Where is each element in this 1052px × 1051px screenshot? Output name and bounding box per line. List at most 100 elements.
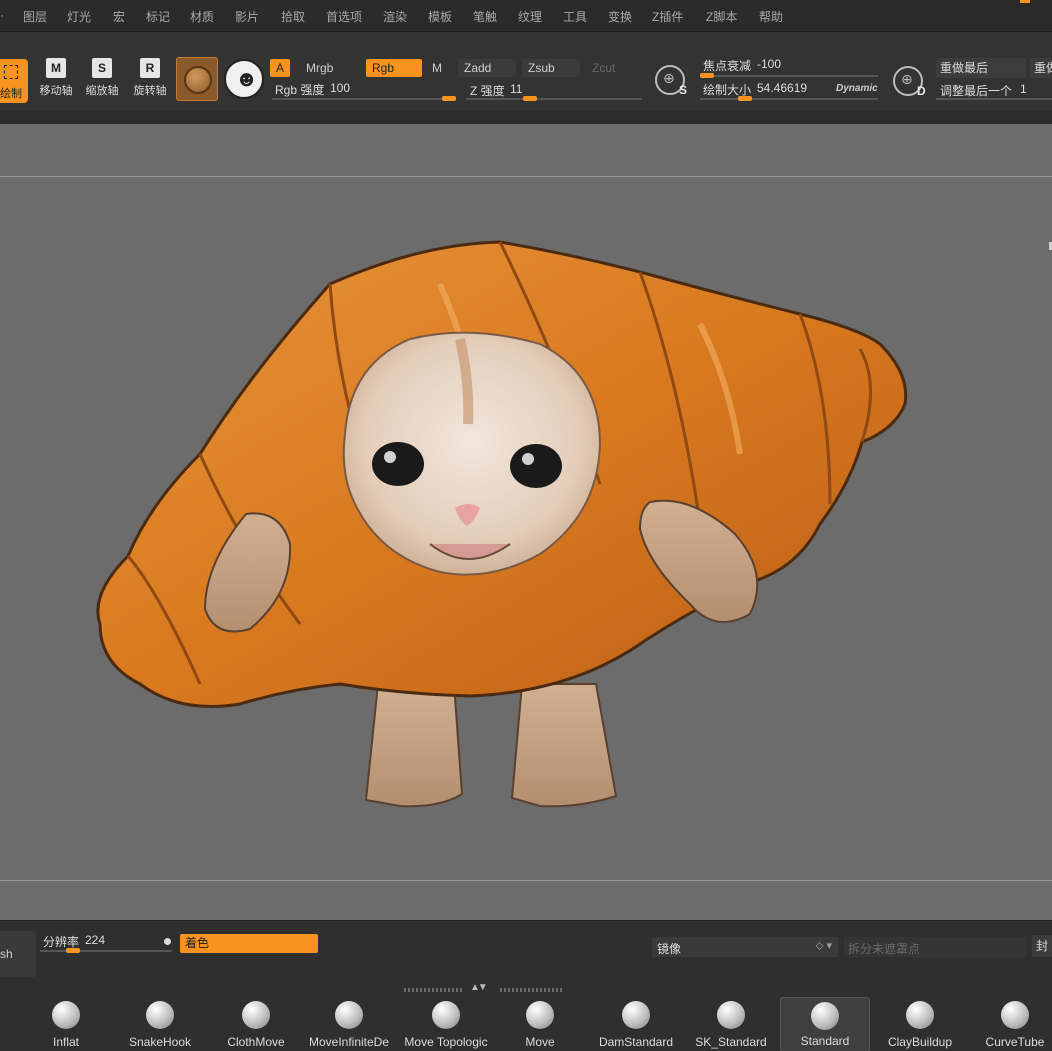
brush-curvetube[interactable]: CurveTube [978,997,1052,1051]
z-intensity-thumb[interactable] [523,96,538,101]
lazy-mouse-button[interactable]: ⊕ S [655,65,688,97]
menu-transform[interactable]: 变换 [608,8,632,25]
mirror-dropdown[interactable]: 镜像 ⬦ ▾ [652,937,838,957]
focal-shift-thumb[interactable] [700,73,714,78]
brush-name: ClothMove [227,1035,285,1049]
menu-stroke[interactable]: 笔触 [473,8,497,25]
brush-snakehook[interactable]: SnakeHook [122,997,198,1051]
scale-button[interactable]: S 缩放轴 [82,58,122,102]
brush-name: ClayBuildup [887,1035,953,1049]
focal-shift-label: 焦点衰减 [703,59,752,73]
brush-claybuildup[interactable]: ClayBuildup [878,997,962,1051]
adjust-last-value: 1 [1020,82,1027,96]
zadd-toggle[interactable]: Zadd [458,59,516,77]
brush-moveinfinitedepth[interactable]: MoveInfiniteDe [302,997,396,1051]
z-intensity-value: 11 [510,82,523,96]
dynamic-toggle[interactable]: Dynamic [836,83,878,94]
swirl-icon: ☻ [235,66,259,91]
brush-move-topologic[interactable]: Move Topologic [398,997,494,1051]
seal-button[interactable]: 封 [1032,935,1052,957]
mrgb-toggle[interactable]: Mrgb [300,59,339,77]
menu-tool[interactable]: 工具 [563,8,587,25]
brush-standard[interactable]: Standard [780,997,870,1051]
menu-texture[interactable]: 纹理 [518,8,542,25]
rgb-intensity-value: 100 [330,81,351,95]
menu-layer[interactable]: 图层 [23,8,47,25]
croissant-cat-model[interactable] [0,124,1052,920]
toolbar-strip [0,110,1052,124]
dynamic-mode-button[interactable]: ⊕ D [893,66,926,98]
focal-shift-slider[interactable] [700,75,878,77]
rgb-toggle[interactable]: Rgb [366,59,422,77]
lazy-mouse-icon: ⊕ [663,70,675,86]
menu-zplugin[interactable]: Z插件 [652,8,683,25]
move-icon: M [46,58,66,78]
move-brush-icon [526,1001,554,1029]
m-toggle[interactable]: M [426,59,448,77]
draw-button[interactable]: 绘制 [0,59,28,103]
damstandard-brush-icon [622,1001,650,1029]
brush-stub-label: sh [0,947,13,961]
redo-partial-button[interactable]: 重做 [1030,58,1052,78]
brush-name: Standard [800,1034,850,1048]
menu-movie[interactable]: 影片 [235,8,259,25]
menu-picker[interactable]: 拾取 [281,8,305,25]
rgb-intensity-thumb[interactable] [442,96,456,101]
split-unmasked-button[interactable]: 拆分未遮罩点 [844,937,1026,957]
brush-name: CurveTube [985,1035,1045,1049]
color-button[interactable]: 着色 [180,934,318,953]
redo-last-button[interactable]: 重做最后 [936,58,1026,78]
brush-inflat[interactable]: Inflat [36,997,96,1051]
adjust-last-slider[interactable] [936,98,1052,100]
draw-icon [4,65,18,79]
brush-panel-stub[interactable]: sh [0,931,36,977]
shelf-grip-right [500,988,564,992]
menu-stencil[interactable]: 模板 [428,8,452,25]
move-label: 移动轴 [39,85,73,97]
brush-name: SnakeHook [128,1035,192,1049]
s-key: S [679,83,688,97]
rotate-icon: R [140,58,160,78]
a-toggle[interactable]: A [270,59,291,77]
zsub-toggle[interactable]: Zsub [522,59,580,77]
texture-button[interactable]: ☻ [224,59,264,99]
canvas-viewport[interactable] [0,124,1052,920]
moveinfinite-brush-icon [335,1001,363,1029]
brush-move[interactable]: Move [510,997,570,1051]
inflat-brush-icon [52,1001,80,1029]
brush-name: Move Topologic [404,1035,488,1049]
menu-light[interactable]: 灯光 [67,8,91,25]
resolution-slider[interactable] [40,950,172,952]
menu-material[interactable]: 材质 [190,8,214,25]
menu-zscript[interactable]: Z脚本 [706,8,737,25]
draw-size-slider[interactable] [700,98,878,100]
brush-sk-standard[interactable]: SK_Standard [688,997,774,1051]
z-intensity-slider[interactable] [466,98,642,100]
menu-preferences[interactable]: 首选项 [326,8,362,25]
split-label: 拆分未遮罩点 [848,942,921,956]
draw-size-thumb[interactable] [738,96,752,101]
menu-marker[interactable]: 标记 [146,8,170,25]
brush-name: Inflat [52,1035,79,1049]
rotate-button[interactable]: R 旋转轴 [130,58,170,102]
material-button[interactable] [176,57,218,101]
standard-brush-icon [811,1002,839,1030]
resolution-dot-icon [164,938,171,945]
menu-render[interactable]: 渲染 [383,8,407,25]
draw-label: 绘制 [0,88,22,100]
rgb-intensity-slider[interactable] [272,98,456,100]
z-intensity-label: Z 强度 [470,84,505,98]
zcut-toggle[interactable]: Zcut [586,59,621,77]
sk-standard-brush-icon [717,1001,745,1029]
menu-macro[interactable]: 宏 [113,8,125,25]
resolution-thumb[interactable] [66,948,80,953]
menu-help[interactable]: 帮助 [759,8,783,25]
brush-damstandard[interactable]: DamStandard [590,997,682,1051]
claybuildup-brush-icon [906,1001,934,1029]
move-button[interactable]: M 移动轴 [36,58,76,102]
rotate-label: 旋转轴 [133,85,167,97]
menu-item-partial[interactable]: · [0,8,4,22]
brush-clothmove[interactable]: ClothMove [220,997,292,1051]
shelf-handle[interactable]: ▲▼ [404,982,564,993]
shelf-grip-left [404,988,464,992]
